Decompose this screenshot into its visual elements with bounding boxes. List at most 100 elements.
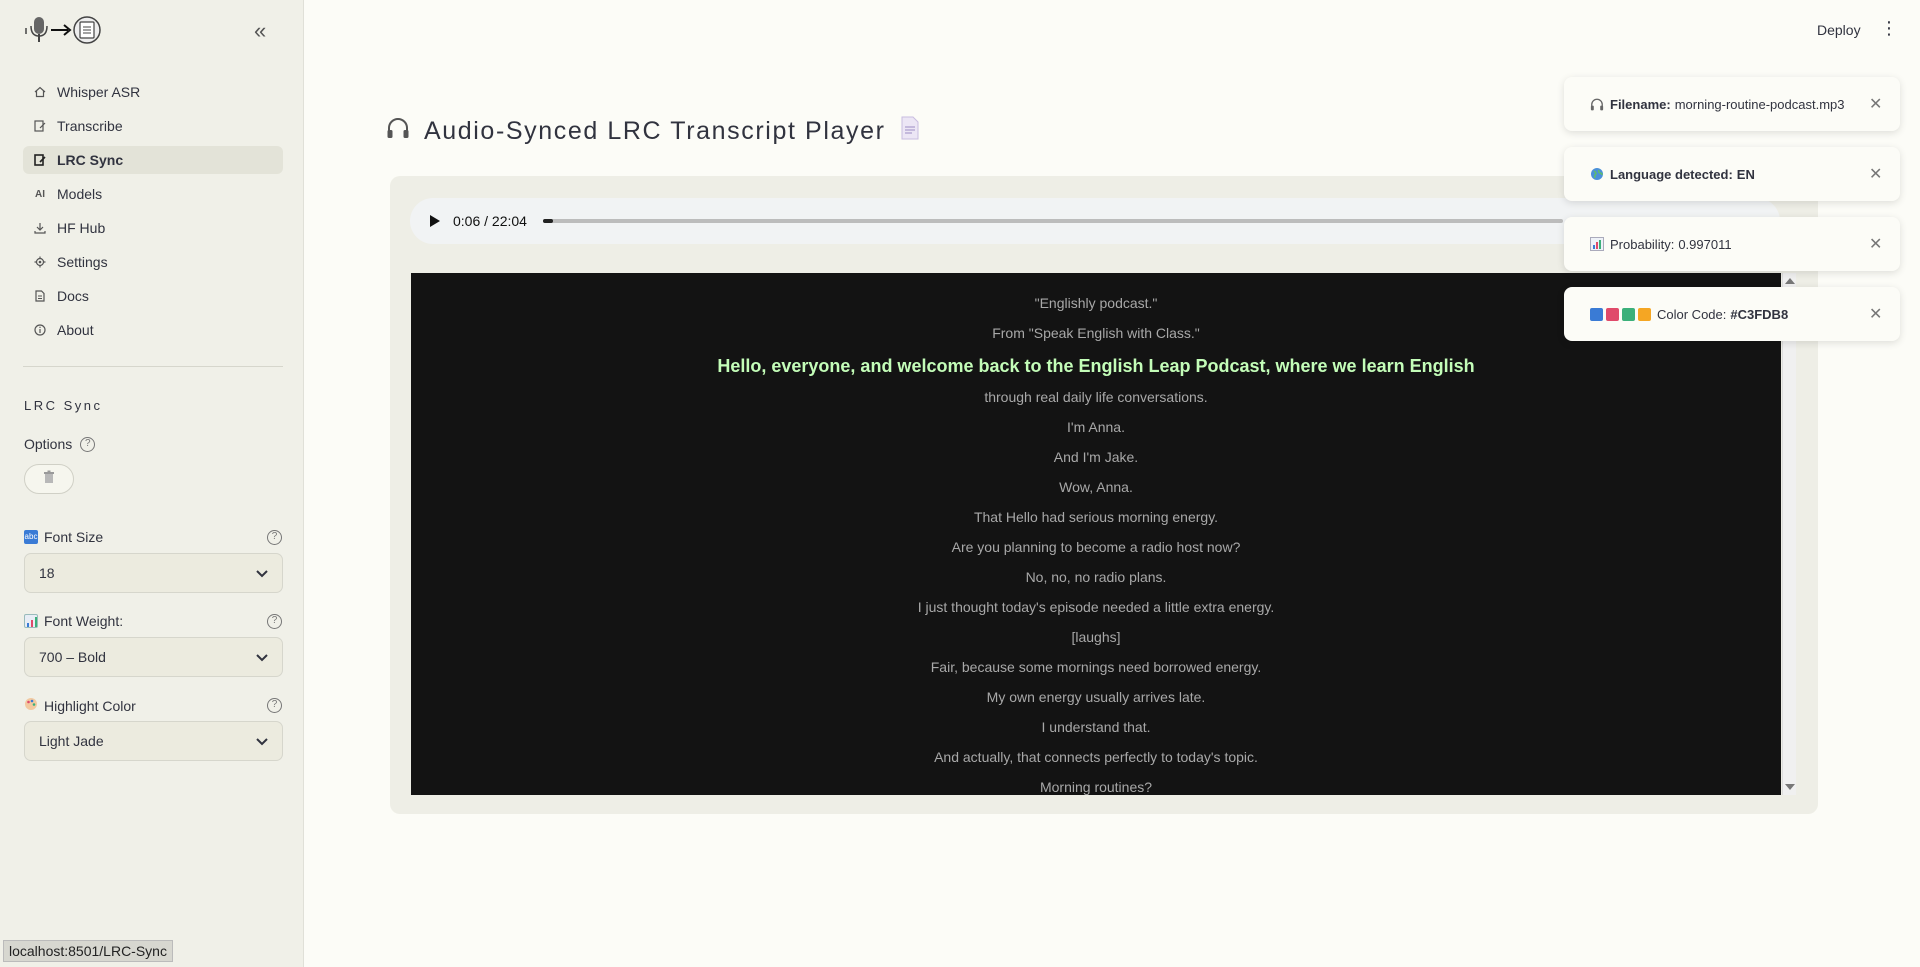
audio-progress-bar[interactable] [542, 219, 1563, 223]
toast-label: Probability: [1610, 236, 1675, 252]
font-size-select[interactable]: 18 [24, 553, 283, 593]
sidebar-item-models[interactable]: AI Models [23, 180, 283, 208]
help-icon[interactable]: ? [267, 614, 282, 629]
audio-time: 0:06 / 22:04 [453, 213, 527, 229]
collapse-sidebar-icon[interactable]: « [254, 20, 266, 42]
lyric-line: [laughs] [1071, 629, 1121, 645]
toast-value: morning-routine-podcast.mp3 [1674, 96, 1845, 112]
lyric-line: I'm Anna. [1067, 419, 1125, 435]
scroll-down-icon[interactable] [1785, 784, 1795, 790]
lyric-line: No, no, no radio plans. [1025, 569, 1167, 585]
toast-color-code: Color Code: #C3FDB8 ✕ [1564, 287, 1900, 341]
toast-probability: Probability: 0.997011 ✕ [1564, 217, 1900, 271]
font-weight-value: 700 – Bold [39, 649, 106, 665]
lyric-line: That Hello had serious morning energy. [973, 509, 1219, 525]
main-menu-icon[interactable]: ⋮ [1880, 18, 1898, 39]
chevron-down-icon [256, 565, 268, 581]
play-icon[interactable] [430, 215, 440, 227]
lyric-line: And I'm Jake. [1053, 449, 1139, 465]
page-title-text: Audio-Synced LRC Transcript Player [424, 117, 886, 145]
gear-icon [33, 255, 47, 269]
bar-chart-icon [1590, 237, 1604, 251]
sidebar-item-lrc-sync[interactable]: LRC Sync [23, 146, 283, 174]
lyric-line: And actually, that connects perfectly to… [934, 749, 1258, 765]
sidebar-item-docs[interactable]: Docs [23, 282, 283, 310]
bar-chart-icon [24, 614, 38, 628]
highlight-color-select[interactable]: Light Jade [24, 721, 283, 761]
palette-icon [24, 697, 38, 714]
toast-value: EN [1736, 166, 1755, 182]
font-size-label: abc Font Size [24, 529, 103, 545]
home-icon [33, 85, 47, 99]
edit-doc-icon [33, 119, 47, 133]
close-icon[interactable]: ✕ [1869, 164, 1882, 184]
ai-icon: AI [35, 188, 45, 200]
sidebar-item-label: Docs [57, 288, 89, 304]
toast-value: 0.997011 [1678, 236, 1732, 252]
font-weight-select[interactable]: 700 – Bold [24, 637, 283, 677]
sidebar-section-title: LRC Sync [24, 398, 103, 413]
sidebar-item-label: HF Hub [57, 220, 106, 236]
globe-icon [1590, 167, 1604, 181]
lyric-line: I just thought today's episode needed a … [917, 599, 1275, 615]
headphones-icon [386, 117, 410, 146]
status-url: localhost:8501/LRC-Sync [3, 940, 173, 962]
page-document-icon [900, 116, 920, 147]
document-icon [33, 289, 47, 303]
options-row: Options ? [24, 436, 96, 452]
deploy-button[interactable]: Deploy [1817, 22, 1861, 38]
help-icon[interactable]: ? [80, 436, 96, 452]
info-icon [33, 323, 47, 337]
lyric-line: Fair, because some mornings need borrowe… [930, 659, 1262, 675]
toast-language: Language detected: EN ✕ [1564, 147, 1900, 201]
sidebar-item-label: Settings [57, 254, 108, 270]
edit-doc-icon [33, 153, 47, 167]
sidebar-item-label: Whisper ASR [57, 84, 141, 100]
lyric-line: Are you planning to become a radio host … [951, 539, 1241, 555]
download-icon [33, 221, 47, 235]
page-title: Audio-Synced LRC Transcript Player [386, 116, 920, 147]
sidebar-item-label: LRC Sync [57, 152, 124, 168]
options-label: Options [24, 436, 73, 452]
sidebar-nav: Whisper ASR Transcribe LRC Sync AI Model… [23, 78, 283, 350]
close-icon[interactable]: ✕ [1869, 234, 1882, 254]
scroll-up-icon[interactable] [1785, 278, 1795, 284]
clear-button[interactable] [24, 464, 74, 494]
headphones-icon [1590, 98, 1604, 111]
sidebar-item-transcribe[interactable]: Transcribe [23, 112, 283, 140]
lyric-line: Wow, Anna. [1059, 479, 1133, 495]
logo-mic-to-doc-icon [25, 16, 101, 44]
toast-label: Language detected: [1610, 166, 1733, 182]
audio-progress-fill [542, 219, 554, 223]
trash-icon [42, 470, 56, 489]
sidebar-item-settings[interactable]: Settings [23, 248, 283, 276]
lyric-line: My own energy usually arrives late. [986, 689, 1206, 705]
lyrics-scrollbar[interactable] [1782, 273, 1796, 795]
sidebar-item-about[interactable]: About [23, 316, 283, 344]
lyric-line-active: Hello, everyone, and welcome back to the… [717, 356, 1475, 376]
sidebar-item-label: Models [57, 186, 103, 202]
sidebar-item-whisper-asr[interactable]: Whisper ASR [23, 78, 283, 106]
sidebar: « Whisper ASR Transcribe LRC Sync AI Mod… [0, 0, 304, 967]
chevron-down-icon [256, 733, 268, 749]
font-size-label-text: Font Size [44, 529, 104, 545]
toast-label: Color Code: [1657, 306, 1727, 322]
font-weight-label-text: Font Weight: [44, 613, 124, 629]
chevron-down-icon [256, 649, 268, 665]
highlight-color-label-text: Highlight Color [44, 697, 136, 714]
close-icon[interactable]: ✕ [1869, 94, 1882, 114]
help-icon[interactable]: ? [267, 530, 282, 545]
close-icon[interactable]: ✕ [1869, 304, 1882, 324]
color-squares-icon [1590, 307, 1651, 321]
sidebar-item-hf-hub[interactable]: HF Hub [23, 214, 283, 242]
font-weight-label: Font Weight: [24, 613, 123, 629]
sidebar-item-label: Transcribe [57, 118, 123, 134]
highlight-color-label: Highlight Color [24, 697, 136, 714]
toast-label: Filename: [1610, 96, 1671, 112]
help-icon[interactable]: ? [267, 698, 282, 713]
lyrics-panel: "Englishly podcast." From "Speak English … [411, 273, 1781, 795]
app-logo [24, 14, 120, 46]
toast-value: #C3FDB8 [1730, 306, 1789, 322]
abc-icon: abc [24, 530, 38, 544]
sidebar-item-label: About [57, 322, 94, 338]
